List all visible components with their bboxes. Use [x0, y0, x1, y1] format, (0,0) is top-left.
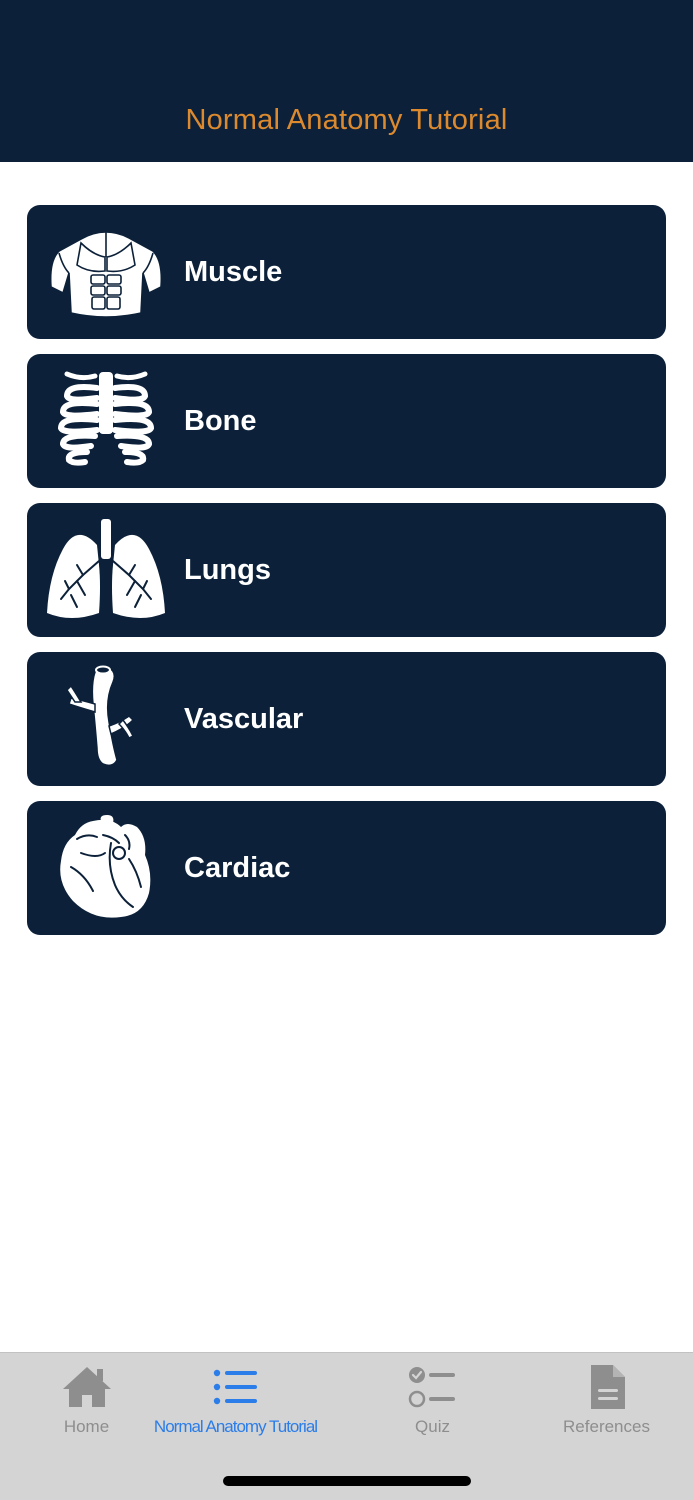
menu-item-lungs[interactable]: Lungs — [27, 503, 666, 637]
menu-item-label: Bone — [184, 405, 257, 437]
ribcage-icon — [41, 366, 171, 476]
app-header: Normal Anatomy Tutorial — [0, 0, 693, 162]
menu-item-label: Vascular — [184, 703, 304, 735]
tab-home[interactable]: Home — [0, 1353, 173, 1453]
tab-label: References — [563, 1417, 650, 1436]
tab-label: Home — [63, 1417, 110, 1436]
document-icon — [581, 1363, 633, 1411]
menu-item-vascular[interactable]: Vascular — [27, 652, 666, 786]
anatomy-menu: Muscle Bone Lungs Vascular Cardiac — [27, 205, 666, 950]
muscle-torso-icon — [41, 217, 171, 327]
page-title: Normal Anatomy Tutorial — [185, 104, 508, 136]
tab-normal-anatomy-tutorial[interactable]: Normal Anatomy Tutorial — [149, 1353, 322, 1453]
tab-quiz[interactable]: Quiz — [346, 1353, 519, 1453]
lungs-icon — [41, 515, 171, 625]
heart-icon — [41, 813, 171, 923]
menu-item-label: Cardiac — [184, 852, 291, 884]
menu-item-muscle[interactable]: Muscle — [27, 205, 666, 339]
home-indicator[interactable] — [223, 1476, 471, 1486]
menu-item-label: Muscle — [184, 256, 283, 288]
menu-item-bone[interactable]: Bone — [27, 354, 666, 488]
tab-label: Normal Anatomy Tutorial — [153, 1417, 318, 1436]
tab-references[interactable]: References — [520, 1353, 693, 1453]
list-icon — [210, 1363, 262, 1411]
blood-vessel-icon — [41, 664, 171, 774]
menu-item-cardiac[interactable]: Cardiac — [27, 801, 666, 935]
checklist-icon — [407, 1363, 459, 1411]
tab-label: Quiz — [415, 1417, 450, 1436]
menu-item-label: Lungs — [184, 554, 271, 586]
home-icon — [61, 1363, 113, 1411]
